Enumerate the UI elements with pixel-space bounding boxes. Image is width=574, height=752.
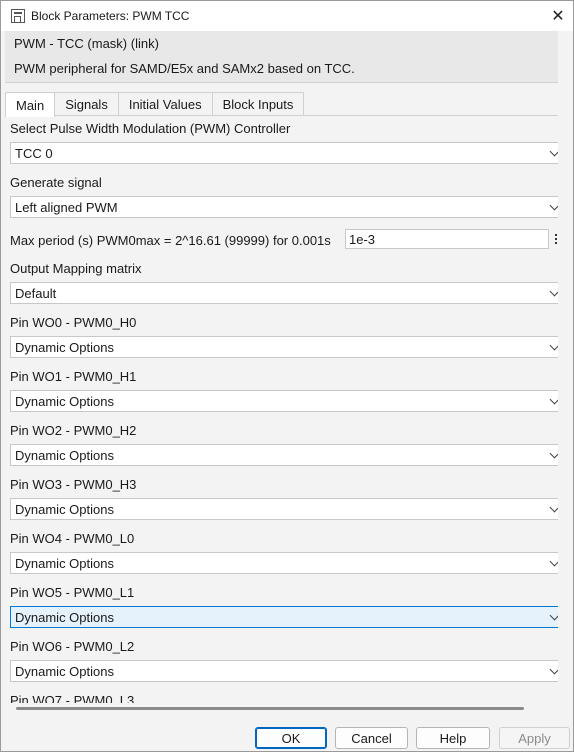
signal-select[interactable]: Left aligned PWM xyxy=(10,196,558,218)
pin-wo0-value: Dynamic Options xyxy=(15,339,114,355)
mask-title: PWM - TCC (mask) (link) xyxy=(14,36,159,51)
chevron-down-icon xyxy=(549,502,558,513)
cancel-button[interactable]: Cancel xyxy=(335,727,408,749)
pin-wo5-select[interactable]: Dynamic Options xyxy=(10,606,558,628)
pin-wo3-label: Pin WO3 - PWM0_H3 xyxy=(10,477,137,492)
tab-block-inputs[interactable]: Block Inputs xyxy=(211,92,305,116)
chevron-down-icon xyxy=(549,200,558,211)
dialog-window: Block Parameters: PWM TCC ✕ PWM - TCC (m… xyxy=(0,0,574,752)
close-button[interactable]: ✕ xyxy=(543,1,573,31)
chevron-down-icon xyxy=(549,556,558,567)
pin-wo4-value: Dynamic Options xyxy=(15,555,114,571)
chevron-down-icon xyxy=(549,610,558,621)
controller-value: TCC 0 xyxy=(15,145,53,161)
pin-wo7-label: Pin WO7 - PWM0_L3 xyxy=(10,693,135,703)
pin-wo2-value: Dynamic Options xyxy=(15,447,114,463)
controller-select[interactable]: TCC 0 xyxy=(10,142,558,164)
signal-label: Generate signal xyxy=(10,175,102,190)
pin-wo5-value: Dynamic Options xyxy=(15,609,114,625)
tab-initial-values[interactable]: Initial Values xyxy=(117,92,213,116)
pin-wo6-label: Pin WO6 - PWM0_L2 xyxy=(10,639,135,654)
chevron-down-icon xyxy=(549,448,558,459)
pin-wo4-select[interactable]: Dynamic Options xyxy=(10,552,558,574)
period-input[interactable]: 1e-3 xyxy=(345,229,549,249)
chevron-down-icon xyxy=(549,340,558,351)
pin-wo3-select[interactable]: Dynamic Options xyxy=(10,498,558,520)
pin-wo5-label: Pin WO5 - PWM0_L1 xyxy=(10,585,135,600)
mask-description: PWM peripheral for SAMD/E5x and SAMx2 ba… xyxy=(14,61,355,76)
close-icon: ✕ xyxy=(551,8,565,25)
pin-wo3-value: Dynamic Options xyxy=(15,501,114,517)
mapping-label: Output Mapping matrix xyxy=(10,261,142,276)
title-bar: Block Parameters: PWM TCC ✕ xyxy=(1,1,573,31)
pin-wo2-label: Pin WO2 - PWM0_H2 xyxy=(10,423,137,438)
controller-label: Select Pulse Width Modulation (PWM) Cont… xyxy=(10,121,291,136)
ok-button[interactable]: OK xyxy=(255,727,327,749)
pin-wo0-label: Pin WO0 - PWM0_H0 xyxy=(10,315,137,330)
block-parameters-icon xyxy=(11,9,25,23)
pin-wo6-select[interactable]: Dynamic Options xyxy=(10,660,558,682)
chevron-down-icon xyxy=(549,286,558,297)
window-title: Block Parameters: PWM TCC xyxy=(31,9,190,23)
pin-wo4-label: Pin WO4 - PWM0_L0 xyxy=(10,531,135,546)
tab-main[interactable]: Main xyxy=(5,92,56,117)
period-label: Max period (s) PWM0max = 2^16.61 (99999)… xyxy=(10,233,331,248)
chevron-down-icon xyxy=(549,664,558,675)
apply-button[interactable]: Apply xyxy=(499,727,570,749)
pin-wo6-value: Dynamic Options xyxy=(15,663,114,679)
mapping-value: Default xyxy=(15,285,57,301)
pin-wo2-select[interactable]: Dynamic Options xyxy=(10,444,558,466)
chevron-down-icon xyxy=(549,146,558,157)
horizontal-scrollbar[interactable] xyxy=(16,707,524,710)
pin-wo0-select[interactable]: Dynamic Options xyxy=(10,336,558,358)
mapping-select[interactable]: Default xyxy=(10,282,558,304)
pin-wo1-value: Dynamic Options xyxy=(15,393,114,409)
signal-value: Left aligned PWM xyxy=(15,199,118,215)
pin-wo1-select[interactable]: Dynamic Options xyxy=(10,390,558,412)
mask-header: PWM - TCC (mask) (link) PWM peripheral f… xyxy=(5,31,558,83)
main-tab-panel: Select Pulse Width Modulation (PWM) Cont… xyxy=(5,115,558,703)
tab-bar: Main Signals Initial Values Block Inputs xyxy=(5,92,305,117)
pin-wo1-label: Pin WO1 - PWM0_H1 xyxy=(10,369,137,384)
help-button[interactable]: Help xyxy=(416,727,490,749)
chevron-down-icon xyxy=(549,394,558,405)
tab-signals[interactable]: Signals xyxy=(54,92,119,116)
more-options-icon[interactable] xyxy=(552,229,558,249)
